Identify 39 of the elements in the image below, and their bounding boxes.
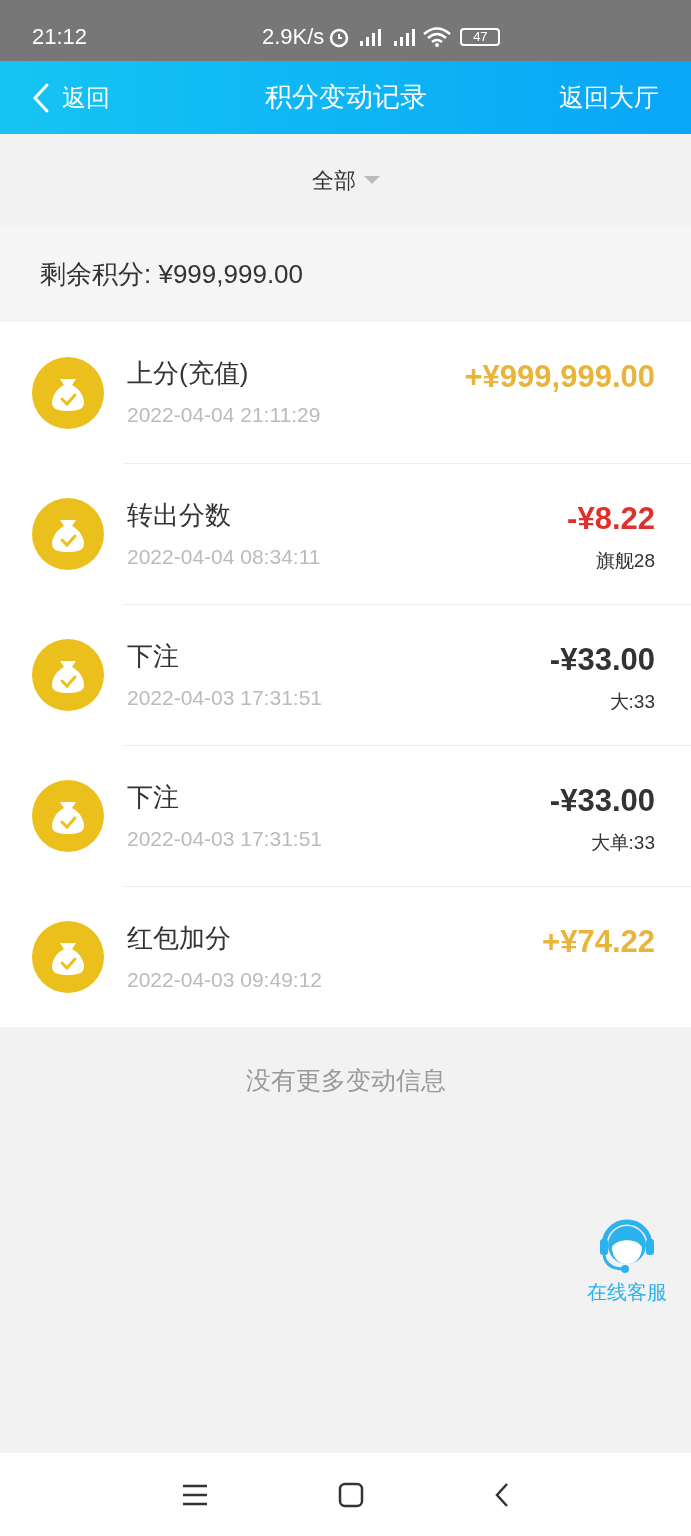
page-title: 积分变动记录 (264, 81, 427, 115)
home-icon[interactable] (337, 1481, 364, 1508)
end-message: 没有更多变动信息 (245, 1065, 446, 1097)
record-amount: +¥74.22 (542, 923, 655, 961)
money-bag-icon (32, 639, 104, 711)
record-title: 红包加分 (127, 921, 232, 955)
record-time: 2022-04-03 17:31:51 (127, 825, 323, 852)
menu-icon[interactable] (181, 1483, 208, 1506)
support-button[interactable]: 在线客服 (587, 1211, 667, 1307)
filter-dropdown[interactable]: 全部 (311, 163, 380, 197)
back-button[interactable]: 返回 (32, 79, 110, 116)
battery-icon: 47 (460, 27, 501, 46)
money-bag-icon (32, 780, 104, 852)
money-bag-icon (32, 498, 104, 570)
wifi-icon (422, 25, 453, 48)
record-title: 下注 (127, 780, 180, 814)
record-time: 2022-04-04 21:11:29 (127, 402, 322, 429)
record-time: 2022-04-03 17:31:51 (127, 684, 323, 711)
record-title: 转出分数 (127, 498, 232, 532)
status-time: 21:12 (32, 23, 88, 51)
money-bag-icon (32, 921, 104, 993)
record-amount: -¥33.00 (549, 782, 655, 820)
record-amount: +¥999,999.00 (464, 358, 655, 396)
back-nav-icon[interactable] (493, 1481, 510, 1508)
back-icon (32, 81, 50, 114)
record-time: 2022-04-03 09:49:12 (127, 966, 323, 993)
money-bag-icon (32, 356, 104, 429)
record-amount: -¥33.00 (549, 641, 655, 679)
record-amount: -¥8.22 (567, 500, 655, 538)
record-note: 大:33 (609, 689, 655, 714)
record-title: 下注 (127, 639, 180, 673)
record-note: 大单:33 (590, 830, 655, 855)
lobby-link[interactable]: 返回大厅 (559, 78, 659, 117)
caret-icon (363, 176, 380, 184)
balance-text: 剩余积分: ¥999,999.00 (40, 257, 304, 291)
network-speed: 2.9K/s (262, 23, 325, 51)
record-time: 2022-04-04 08:34:11 (127, 543, 322, 570)
record-title: 上分(充值) (127, 357, 250, 391)
record-note: 旗舰28 (595, 548, 655, 573)
